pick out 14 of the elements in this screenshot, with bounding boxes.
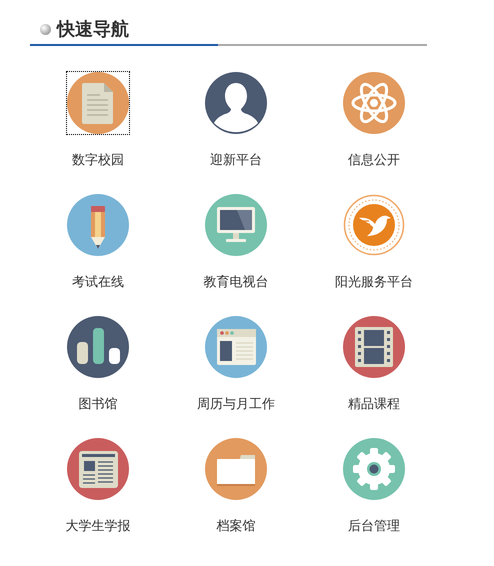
bullet-icon — [40, 24, 51, 34]
nav-link[interactable]: 周历与月工作 — [167, 316, 305, 438]
nav-link[interactable]: 考试在线 — [29, 194, 167, 316]
nav-link[interactable]: 档案馆 — [167, 438, 305, 560]
nav-link[interactable]: 大学生学报 — [29, 438, 167, 560]
nav-link[interactable]: 后台管理 — [305, 438, 443, 560]
nav-link[interactable]: 阳光服务平台 — [305, 194, 443, 316]
section-title: 快速导航 — [57, 18, 129, 42]
nav-link[interactable]: 数字校园 — [29, 72, 167, 194]
nav-link[interactable]: 精品课程 — [305, 316, 443, 438]
nav-link[interactable]: 教育电视台 — [167, 194, 305, 316]
nav-link[interactable]: 信息公开 — [305, 72, 443, 194]
nav-link[interactable]: 图书馆 — [29, 316, 167, 438]
nav-link[interactable]: 迎新平台 — [167, 72, 305, 194]
